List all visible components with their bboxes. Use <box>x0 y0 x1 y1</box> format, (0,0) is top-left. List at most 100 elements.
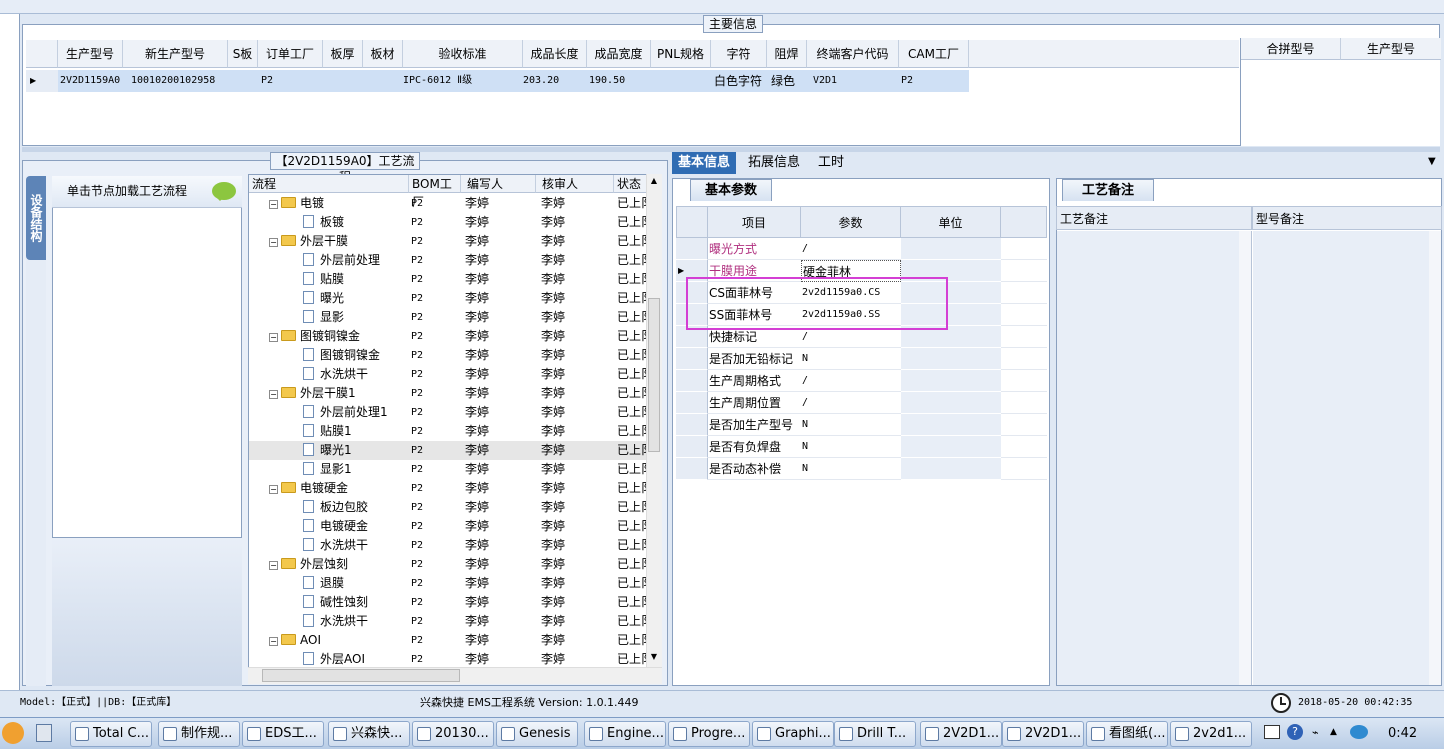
col-pnl[interactable]: PNL规格 <box>651 40 711 68</box>
tree-cell-author[interactable]: 李婷 <box>465 593 489 612</box>
tree-row[interactable]: 曝光1 P2 李婷 李婷 已上阝 <box>249 441 653 460</box>
tree-cell-author[interactable]: 李婷 <box>465 498 489 517</box>
tree-node[interactable]: 贴膜 <box>303 270 344 289</box>
tree-cell-author[interactable]: 李婷 <box>465 612 489 631</box>
taskbar-button[interactable]: 20130... <box>412 721 494 747</box>
tree-node[interactable]: 外层前处理 <box>303 251 380 270</box>
collapse-icon[interactable]: − <box>269 485 278 494</box>
tree-node[interactable]: − AOI <box>269 631 321 650</box>
tree-row[interactable]: 水洗烘干 P2 李婷 李婷 已上阝 <box>249 365 653 384</box>
tree-row[interactable]: 图镀铜镍金 P2 李婷 李婷 已上阝 <box>249 346 653 365</box>
tree-cell-reviewer[interactable]: 李婷 <box>541 574 565 593</box>
scroll-up-icon[interactable]: ▲ <box>648 176 660 188</box>
tree-row[interactable]: 贴膜 P2 李婷 李婷 已上阝 <box>249 270 653 289</box>
tree-cell-author[interactable]: 李婷 <box>465 213 489 232</box>
taskbar-button[interactable]: Graphi... <box>752 721 834 747</box>
cell-prod-model[interactable]: 2V2D1159A0 <box>60 70 120 92</box>
tree-row[interactable]: 碱性蚀刻 P2 李婷 李婷 已上阝 <box>249 593 653 612</box>
row-indicator[interactable] <box>676 348 708 370</box>
tree-cell-bom[interactable]: P2 <box>411 441 423 460</box>
tree-node[interactable]: 水洗烘干 <box>303 536 368 555</box>
tree-cell-bom[interactable]: P2 <box>411 327 423 346</box>
tree-cell-reviewer[interactable]: 李婷 <box>541 593 565 612</box>
collapse-icon[interactable]: − <box>269 390 278 399</box>
taskbar-button[interactable]: 制作规... <box>158 721 240 747</box>
col-width[interactable]: 成品宽度 <box>587 40 651 68</box>
param-value-cell[interactable]: N <box>801 348 901 370</box>
col-prod-model[interactable]: 生产型号 <box>58 40 123 68</box>
taskbar-button[interactable]: Drill T... <box>834 721 916 747</box>
tree-cell-author[interactable]: 李婷 <box>465 422 489 441</box>
scroll-down-icon[interactable]: ▼ <box>648 652 660 664</box>
tree-row[interactable]: 电镀硬金 P2 李婷 李婷 已上阝 <box>249 517 653 536</box>
tree-cell-bom[interactable]: P2 <box>411 498 423 517</box>
keyboard-tray-icon[interactable] <box>1264 725 1280 739</box>
taskbar-button[interactable]: 2v2d1... <box>1170 721 1252 747</box>
tree-cell-author[interactable]: 李婷 <box>465 232 489 251</box>
tree-cell-reviewer[interactable]: 李婷 <box>541 308 565 327</box>
cell-cam[interactable]: P2 <box>901 70 913 92</box>
collapse-icon[interactable]: − <box>269 637 278 646</box>
tree-row[interactable]: 外层前处理 P2 李婷 李婷 已上阝 <box>249 251 653 270</box>
collapse-icon[interactable]: − <box>269 333 278 342</box>
param-unit-cell[interactable] <box>901 238 1001 260</box>
process-notes-tab[interactable]: 工艺备注 <box>1062 179 1154 201</box>
param-unit-cell[interactable] <box>901 414 1001 436</box>
tree-cell-bom[interactable]: P2 <box>411 232 423 251</box>
tree-cell-bom[interactable]: P2 <box>411 612 423 631</box>
tree-node[interactable]: 显影 <box>303 308 344 327</box>
tree-node[interactable]: 退膜 <box>303 574 344 593</box>
tree-cell-bom[interactable]: P2 <box>411 631 423 650</box>
tree-cell-reviewer[interactable]: 李婷 <box>541 194 565 213</box>
tree-cell-bom[interactable]: P2 <box>411 517 423 536</box>
taskbar-button[interactable]: Engine... <box>584 721 666 747</box>
tab-extended-info[interactable]: 拓展信息 <box>742 152 806 174</box>
param-unit-cell[interactable] <box>901 436 1001 458</box>
tab-basic-info[interactable]: 基本信息 <box>672 152 737 174</box>
cell-width[interactable]: 190.50 <box>589 70 625 92</box>
tree-node[interactable]: 水洗烘干 <box>303 365 368 384</box>
cell-standard[interactable]: IPC-6012 Ⅱ级 <box>403 70 472 92</box>
tree-cell-author[interactable]: 李婷 <box>465 460 489 479</box>
row-indicator[interactable] <box>676 458 708 480</box>
tree-cell-reviewer[interactable]: 李婷 <box>541 536 565 555</box>
param-unit-cell[interactable] <box>901 458 1001 480</box>
taskbar-button[interactable]: 2V2D1... <box>920 721 1002 747</box>
tree-cell-bom[interactable]: P2 <box>411 270 423 289</box>
tree-cell-reviewer[interactable]: 李婷 <box>541 479 565 498</box>
tree-cell-bom[interactable]: P2 <box>411 555 423 574</box>
tree-cell-reviewer[interactable]: 李婷 <box>541 555 565 574</box>
tree-node[interactable]: 图镀铜镍金 <box>303 346 380 365</box>
tree-cell-reviewer[interactable]: 李婷 <box>541 346 565 365</box>
col-solder[interactable]: 阻焊 <box>767 40 807 68</box>
app-tray-icon[interactable] <box>1350 725 1368 739</box>
tree-cell-reviewer[interactable]: 李婷 <box>541 213 565 232</box>
tree-node[interactable]: 贴膜1 <box>303 422 352 441</box>
tree-cell-author[interactable]: 李婷 <box>465 479 489 498</box>
tree-node[interactable]: − 电镀硬金 <box>269 479 348 498</box>
tree-cell-bom[interactable]: P2 <box>411 403 423 422</box>
tree-cell-author[interactable]: 李婷 <box>465 289 489 308</box>
col-order-factory[interactable]: 订单工厂 <box>258 40 323 68</box>
tree-row[interactable]: 水洗烘干 P2 李婷 李婷 已上阝 <box>249 536 653 555</box>
tab-work-hours[interactable]: 工时 <box>812 152 850 174</box>
tree-cell-author[interactable]: 李婷 <box>465 574 489 593</box>
tree-node[interactable]: − 外层干膜1 <box>269 384 356 403</box>
tree-node[interactable]: 外层前处理1 <box>303 403 388 422</box>
tree-node[interactable]: 碱性蚀刻 <box>303 593 368 612</box>
col-customer[interactable]: 终端客户代码 <box>807 40 899 68</box>
collapse-icon[interactable]: − <box>269 561 278 570</box>
row-indicator[interactable] <box>676 414 708 436</box>
col-merge-model[interactable]: 合拼型号 <box>1241 38 1341 60</box>
tree-cell-author[interactable]: 李婷 <box>465 631 489 650</box>
tree-row[interactable]: 显影1 P2 李婷 李婷 已上阝 <box>249 460 653 479</box>
process-tree-grid[interactable]: 流程 BOM工厂 编写人 核审人 状态 − 电镀 P2 李婷 李婷 已上阝 板镀 P2 李婷 李婷… <box>248 174 662 684</box>
cell-customer[interactable]: V2D1 <box>813 70 837 92</box>
cell-order-factory[interactable]: P2 <box>261 70 273 92</box>
tree-node[interactable]: 曝光1 <box>303 441 352 460</box>
tree-cell-bom[interactable]: P2 <box>411 289 423 308</box>
tree-cell-reviewer[interactable]: 李婷 <box>541 251 565 270</box>
col-author[interactable]: 编写人 <box>461 175 536 193</box>
param-value-cell[interactable]: / <box>801 370 901 392</box>
param-unit-cell[interactable] <box>901 392 1001 414</box>
